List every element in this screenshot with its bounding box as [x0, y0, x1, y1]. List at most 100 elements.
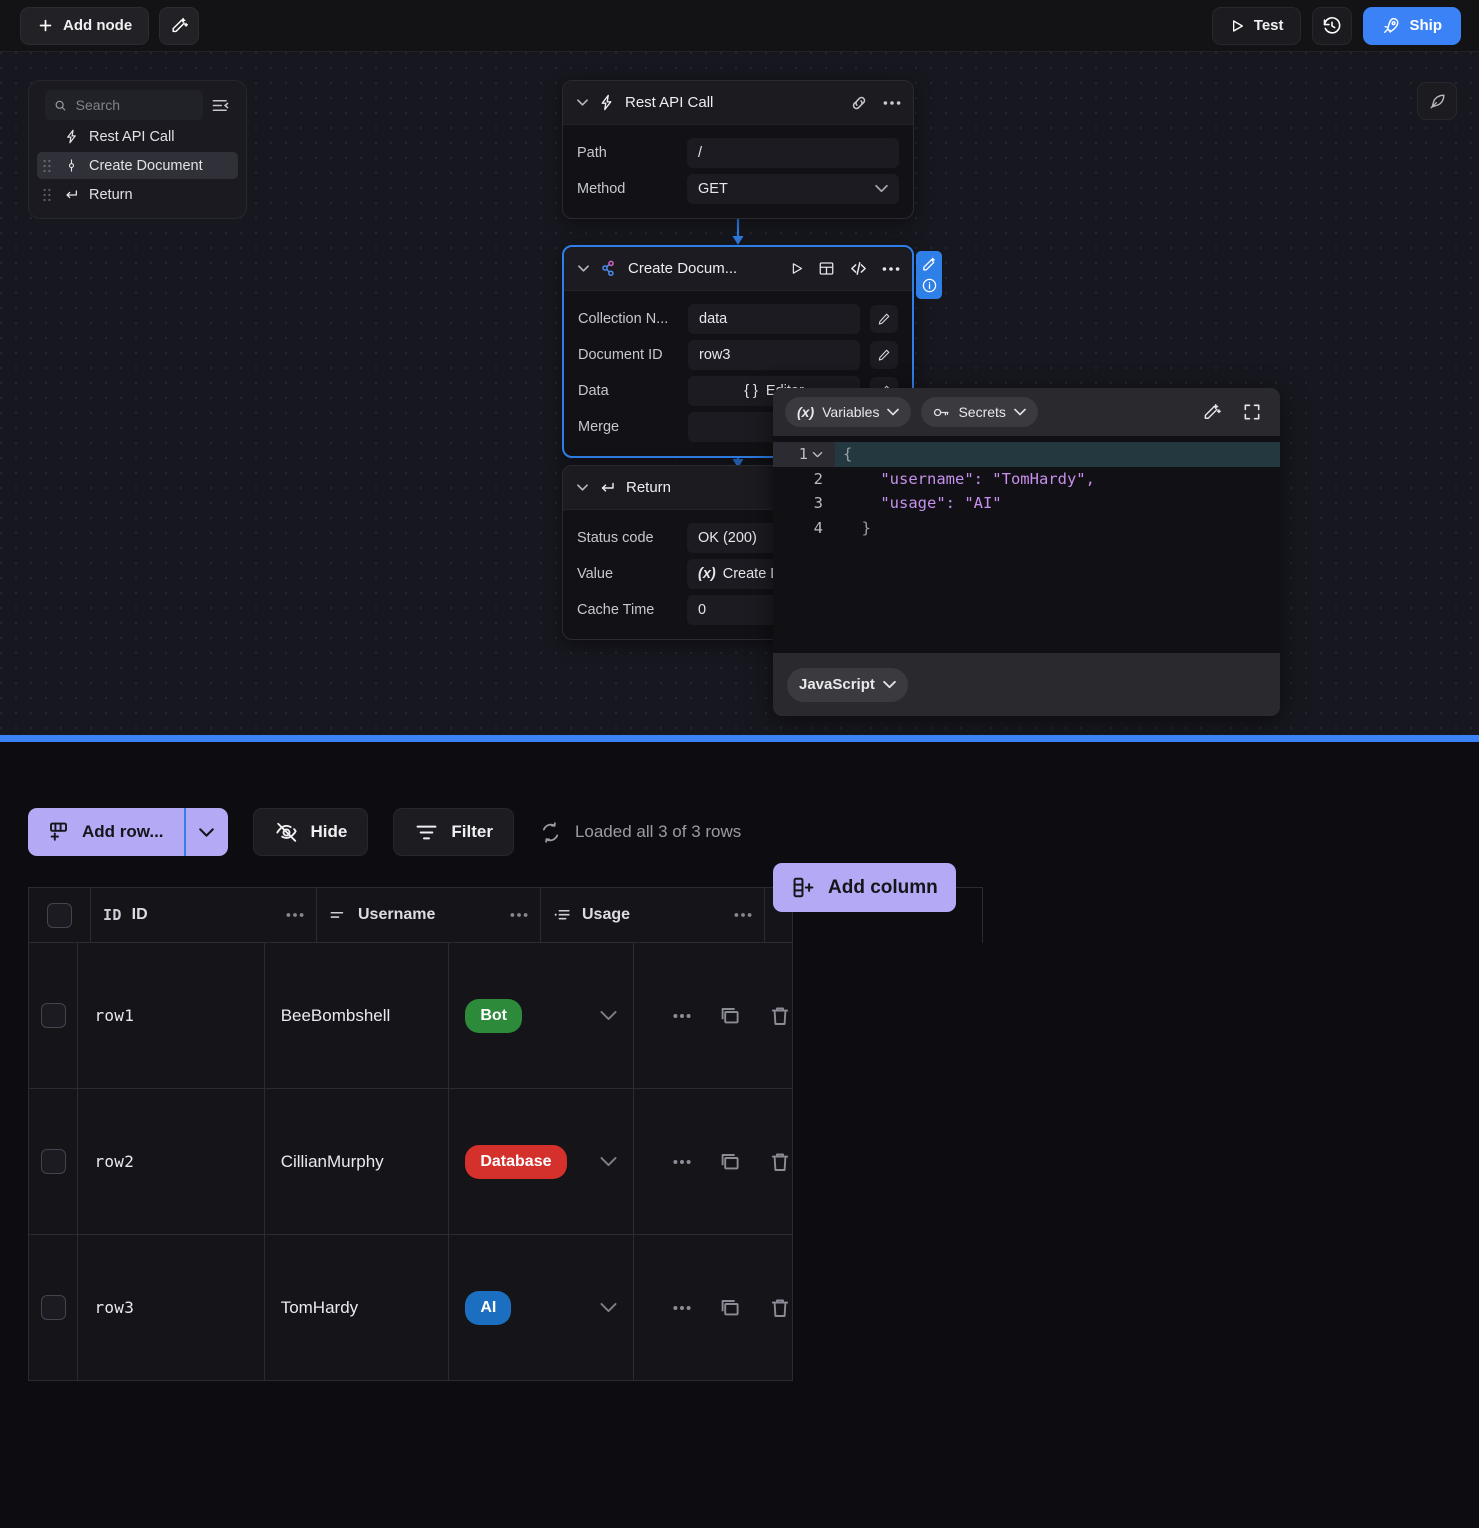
code-line[interactable]: 3 "usage": "AI" [773, 491, 1280, 516]
node-header[interactable]: Create Docum... [564, 247, 912, 291]
palette-item-create-document[interactable]: Create Document [37, 152, 238, 179]
palette-search-box[interactable] [45, 90, 203, 120]
add-row-main[interactable]: Add row... [28, 808, 184, 856]
cell-username[interactable]: BeeBombshell [265, 943, 450, 1088]
feather-tool-button[interactable] [1417, 82, 1457, 120]
workflow-canvas[interactable]: Rest API Call Create Document Return [0, 52, 1479, 739]
status-badge: AI [465, 1291, 511, 1325]
document-id-input[interactable]: row3 [688, 340, 860, 370]
refresh-icon[interactable] [539, 821, 562, 844]
run-icon[interactable] [789, 261, 804, 276]
code-line[interactable]: 1 { [773, 442, 1280, 467]
top-toolbar: Add node Test Ship [0, 0, 1479, 52]
cell-usage[interactable]: AI [449, 1235, 634, 1380]
chevron-down-icon[interactable] [600, 1299, 617, 1316]
hide-button[interactable]: Hide [253, 808, 369, 856]
more-icon[interactable] [672, 1159, 692, 1165]
fullscreen-icon[interactable] [1242, 402, 1262, 422]
cell-id[interactable]: row2 [78, 1089, 264, 1234]
chevron-down-icon[interactable] [600, 1007, 617, 1024]
chevron-down-icon[interactable] [577, 97, 588, 108]
select-all-checkbox[interactable] [47, 903, 72, 928]
ai-generate-button[interactable] [159, 7, 199, 45]
add-column-button[interactable]: Add column [773, 863, 956, 912]
create-document-icon [599, 259, 618, 278]
info-icon[interactable] [921, 277, 938, 294]
palette-item-return[interactable]: Return [37, 181, 238, 208]
language-label: JavaScript [799, 676, 875, 693]
more-icon[interactable] [734, 912, 752, 918]
edit-collection-name-button[interactable] [870, 305, 898, 333]
add-node-button[interactable]: Add node [20, 7, 149, 45]
more-icon[interactable] [883, 100, 901, 106]
cell-value: CillianMurphy [281, 1152, 384, 1172]
node-rest-api-call[interactable]: Rest API Call Path / Method GET [562, 80, 914, 219]
more-icon[interactable] [286, 912, 304, 918]
cell-usage[interactable]: Bot [449, 943, 634, 1088]
duplicate-icon[interactable] [718, 1004, 742, 1028]
code-line[interactable]: 2 "username": "TomHardy", [773, 467, 1280, 492]
history-button[interactable] [1312, 7, 1352, 45]
secrets-dropdown[interactable]: Secrets [921, 397, 1037, 427]
code-text: { [835, 442, 852, 467]
chevron-down-icon[interactable] [578, 263, 589, 274]
palette-item-rest-api-call[interactable]: Rest API Call [37, 123, 238, 150]
drag-grip-icon[interactable] [41, 159, 53, 173]
add-row-dropdown[interactable] [186, 808, 228, 856]
cell-id[interactable]: row1 [78, 943, 264, 1088]
filter-button[interactable]: Filter [393, 808, 514, 856]
plus-icon [37, 17, 54, 34]
magic-wand-icon[interactable] [921, 256, 938, 273]
language-dropdown[interactable]: JavaScript [787, 668, 908, 702]
method-select[interactable]: GET [687, 174, 899, 204]
chevron-down-icon[interactable] [600, 1153, 617, 1170]
duplicate-icon[interactable] [718, 1296, 742, 1320]
code-icon[interactable] [849, 259, 868, 278]
cell-usage[interactable]: Database [449, 1089, 634, 1234]
row-checkbox[interactable] [41, 1003, 66, 1028]
cell-id[interactable]: row3 [78, 1235, 264, 1380]
row-checkbox[interactable] [41, 1295, 66, 1320]
editor-toolbar: (x) Variables Secrets [773, 388, 1280, 436]
chevron-down-icon[interactable] [577, 482, 588, 493]
table-row[interactable]: row2 CillianMurphy Database [28, 1089, 793, 1235]
field-label: Document ID [578, 347, 678, 363]
cell-username[interactable]: CillianMurphy [265, 1089, 450, 1234]
row-checkbox[interactable] [41, 1149, 66, 1174]
edit-document-id-button[interactable] [870, 341, 898, 369]
collapse-list-icon[interactable] [211, 96, 230, 115]
fold-chevron-icon[interactable] [812, 449, 823, 460]
drag-grip-icon[interactable] [41, 188, 53, 202]
code-line[interactable]: 4 } [773, 516, 1280, 541]
add-row-button[interactable]: Add row... [28, 808, 228, 856]
ship-button[interactable]: Ship [1363, 7, 1462, 45]
more-icon[interactable] [672, 1013, 692, 1019]
node-header[interactable]: Rest API Call [563, 81, 913, 125]
collection-name-input[interactable]: data [688, 304, 860, 334]
magic-wand-icon[interactable] [1202, 402, 1222, 422]
column-header-id[interactable]: ID ID [91, 888, 317, 942]
code-area[interactable]: 1 { 2 "username": "TomHardy", 3 "usage":… [773, 436, 1280, 653]
column-header-username[interactable]: Username [317, 888, 541, 942]
cell-username[interactable]: TomHardy [265, 1235, 450, 1380]
path-input[interactable]: / [687, 138, 899, 168]
variables-dropdown[interactable]: (x) Variables [785, 397, 911, 427]
panel-divider[interactable] [0, 735, 1479, 742]
trash-icon[interactable] [768, 1004, 792, 1028]
code-editor-panel[interactable]: (x) Variables Secrets 1 [773, 388, 1280, 716]
more-icon[interactable] [510, 912, 528, 918]
column-header-usage[interactable]: Usage [541, 888, 765, 942]
link-icon[interactable] [849, 93, 869, 113]
more-icon[interactable] [882, 266, 900, 272]
trash-icon[interactable] [768, 1150, 792, 1174]
table-row[interactable]: row3 TomHardy AI [28, 1235, 793, 1381]
search-input[interactable] [76, 97, 194, 113]
table-icon[interactable] [818, 260, 835, 277]
chevron-down-icon [875, 182, 888, 195]
test-button[interactable]: Test [1212, 7, 1301, 45]
duplicate-icon[interactable] [718, 1150, 742, 1174]
more-icon[interactable] [672, 1305, 692, 1311]
table-row[interactable]: row1 BeeBombshell Bot [28, 943, 793, 1089]
rocket-icon [1382, 16, 1401, 35]
trash-icon[interactable] [768, 1296, 792, 1320]
